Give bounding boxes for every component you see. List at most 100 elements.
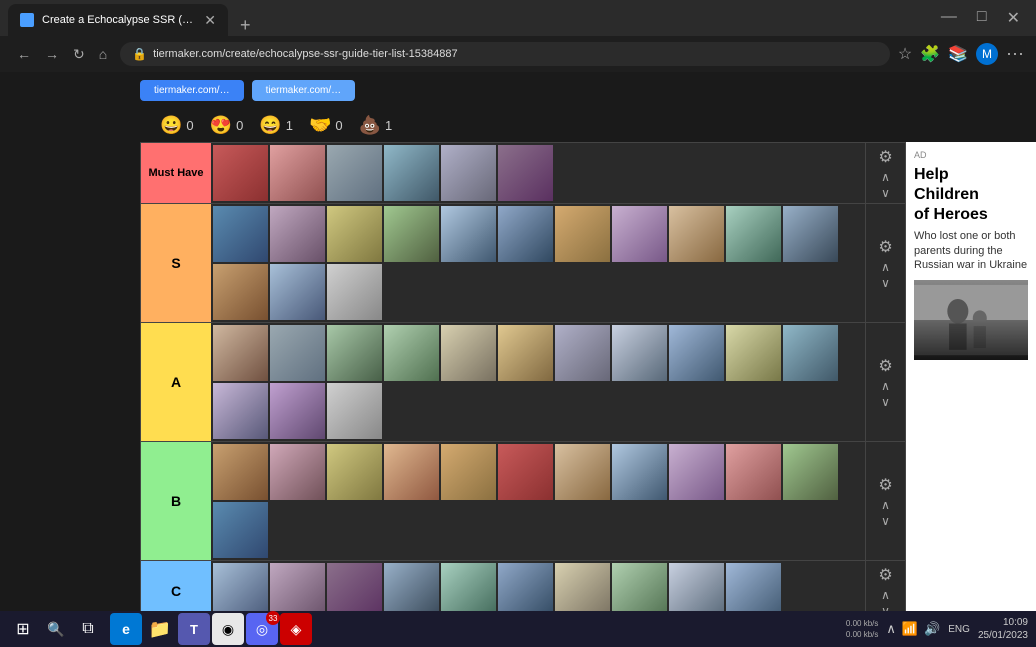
arrow-down-button[interactable]: ∨ [881,277,890,289]
card[interactable] [441,145,496,201]
teams-icon[interactable]: T [178,613,210,645]
refresh-button[interactable]: ↻ [68,44,90,65]
url-bar[interactable]: 🔒 tiermaker.com/create/echocalypse-ssr-g… [120,42,890,66]
reaction-happy[interactable]: 😀 0 [160,115,194,136]
card[interactable] [384,325,439,381]
card[interactable] [726,325,781,381]
card[interactable] [270,325,325,381]
reaction-laugh[interactable]: 😄 1 [259,115,293,136]
card[interactable] [612,444,667,500]
card[interactable] [327,145,382,201]
chevron-icon[interactable]: ∧ [886,621,896,637]
wifi-icon[interactable]: 📶 [902,621,918,637]
card[interactable] [726,206,781,262]
action-button-2[interactable]: tiermaker.com/… [252,80,356,101]
card[interactable] [270,563,325,611]
arrow-down-button[interactable]: ∨ [881,396,890,408]
ad-image[interactable] [914,280,1028,360]
card[interactable] [498,206,553,262]
card[interactable] [441,563,496,611]
card[interactable] [327,444,382,500]
card[interactable] [270,264,325,320]
card[interactable] [669,444,724,500]
card[interactable] [498,563,553,611]
new-tab-button[interactable]: + [232,15,259,36]
reaction-poop[interactable]: 💩 1 [359,115,393,136]
reaction-handshake[interactable]: 🤝 0 [309,115,343,136]
card[interactable] [498,325,553,381]
gear-icon[interactable]: ⚙ [878,237,892,257]
card[interactable] [384,206,439,262]
forward-button[interactable]: → [40,44,64,64]
arrow-up-button[interactable]: ∧ [881,380,890,392]
card[interactable] [213,145,268,201]
card[interactable] [555,325,610,381]
arrow-up-button[interactable]: ∧ [881,261,890,273]
card[interactable] [270,206,325,262]
settings-icon[interactable]: ⋯ [1006,44,1024,65]
card[interactable] [726,563,781,611]
back-button[interactable]: ← [12,44,36,64]
card[interactable] [783,444,838,500]
card[interactable] [327,325,382,381]
profile-icon[interactable]: M [976,43,998,65]
card[interactable] [270,444,325,500]
card[interactable] [213,444,268,500]
reaction-love[interactable]: 😍 0 [210,115,244,136]
card[interactable] [555,444,610,500]
task-view-button[interactable]: ⧉ [74,616,102,642]
minimize-button[interactable]: — [933,8,965,28]
language-indicator[interactable]: ENG [948,624,970,635]
card[interactable] [327,206,382,262]
card[interactable] [441,206,496,262]
card[interactable] [498,444,553,500]
card[interactable] [783,325,838,381]
card[interactable] [384,563,439,611]
card[interactable] [726,444,781,500]
start-button[interactable]: ⊞ [8,616,38,642]
volume-icon[interactable]: 🔊 [924,621,940,637]
extension-icon[interactable]: 🧩 [920,44,940,64]
gear-icon[interactable]: ⚙ [878,565,892,585]
card[interactable] [441,444,496,500]
card[interactable] [612,325,667,381]
card[interactable] [384,444,439,500]
custom-app-icon[interactable]: ◈ [280,613,312,645]
gear-icon[interactable]: ⚙ [878,147,892,167]
arrow-down-button[interactable]: ∨ [881,187,890,199]
action-button-1[interactable]: tiermaker.com/… [140,80,244,101]
card[interactable] [213,563,268,611]
card[interactable] [555,206,610,262]
arrow-up-button[interactable]: ∧ [881,589,890,601]
card[interactable] [612,563,667,611]
close-button[interactable]: ✕ [999,8,1028,28]
collection-icon[interactable]: 📚 [948,44,968,64]
edge-app-icon[interactable]: e [110,613,142,645]
discord-icon[interactable]: ◎ 33 [246,613,278,645]
card[interactable] [555,563,610,611]
card[interactable] [669,206,724,262]
card[interactable] [783,206,838,262]
card[interactable] [327,563,382,611]
arrow-up-button[interactable]: ∧ [881,171,890,183]
card[interactable] [213,502,268,558]
taskbar-search-button[interactable]: 🔍 [42,616,70,642]
card[interactable] [213,383,268,439]
card[interactable] [384,145,439,201]
active-tab[interactable]: Create a Echocalypse SSR (v.1.3… ✕ [8,4,228,36]
card[interactable] [441,325,496,381]
home-button[interactable]: ⌂ [94,44,112,64]
card[interactable] [327,264,382,320]
card[interactable] [669,563,724,611]
maximize-button[interactable]: □ [969,8,995,28]
chrome-icon[interactable]: ◉ [212,613,244,645]
bookmark-icon[interactable]: ☆ [898,44,912,64]
card[interactable] [270,383,325,439]
card[interactable] [213,206,268,262]
file-explorer-icon[interactable]: 📁 [144,613,176,645]
card[interactable] [270,145,325,201]
card[interactable] [213,264,268,320]
system-clock[interactable]: 10:09 25/01/2023 [978,616,1028,642]
card[interactable] [213,325,268,381]
arrow-up-button[interactable]: ∧ [881,499,890,511]
